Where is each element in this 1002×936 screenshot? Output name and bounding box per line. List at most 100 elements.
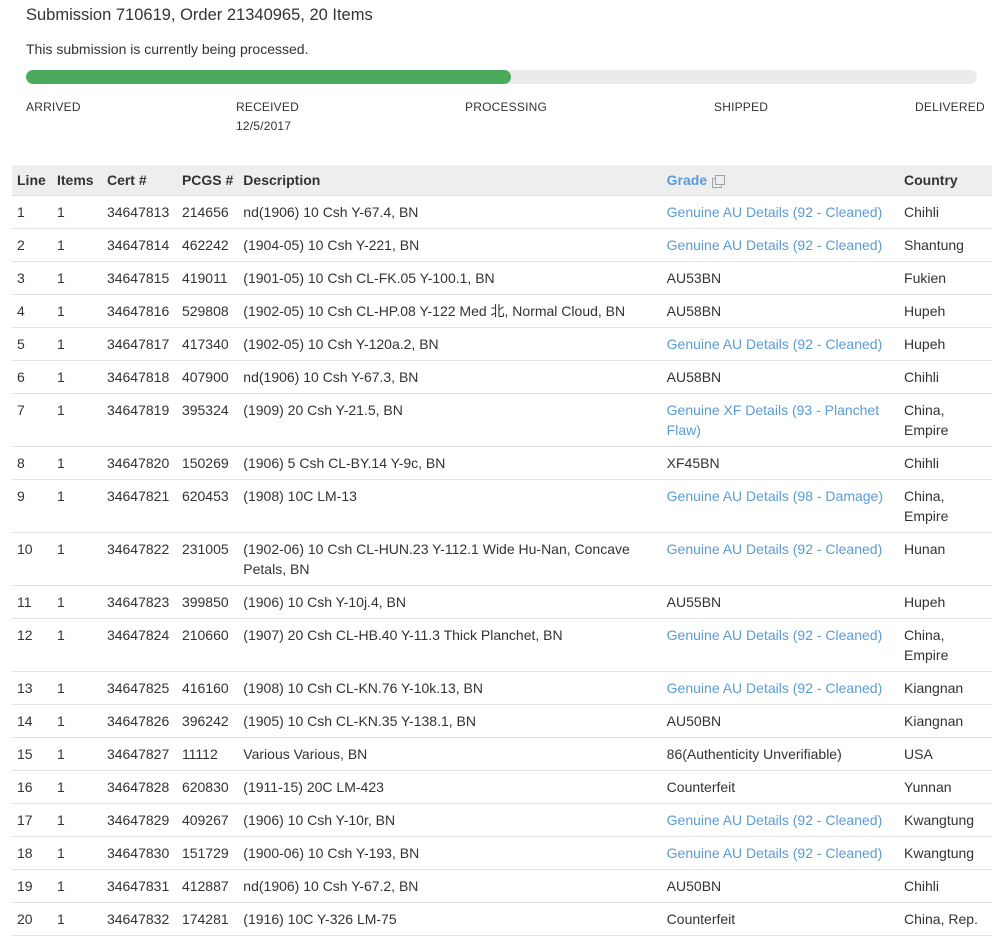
status-message: This submission is currently being proce…	[26, 41, 309, 57]
cell-country: Hupeh	[899, 585, 992, 619]
table-row: 1 1 34647813 214656 nd(1906) 10 Csh Y-67.4, …	[12, 195, 992, 229]
grade-link[interactable]: Genuine AU Details (92 - Cleaned)	[667, 680, 883, 696]
cell-cert: 34647816	[101, 294, 177, 328]
table-row: 2 1 34647814 462242 (1904-05) 10 Csh Y-221, …	[12, 228, 992, 262]
cell-description: (1902-05) 10 Csh Y-120a.2, BN	[238, 327, 662, 361]
progress-bar-fill	[26, 70, 511, 84]
grade-link[interactable]: Genuine AU Details (92 - Cleaned)	[667, 627, 883, 643]
cell-description: (1908) 10 Csh CL-KN.76 Y-10k.13, BN	[238, 671, 662, 705]
table-row: 15 1 34647827 11112 Various Various, BN 86(Au…	[12, 737, 992, 771]
table-row: 20 1 34647832 174281 (1916) 10C Y-326 LM-75 C…	[12, 902, 992, 936]
cell-line: 11	[12, 585, 52, 619]
cell-grade: Counterfeit	[661, 770, 900, 804]
cell-line: 18	[12, 836, 52, 870]
cell-description: Various Various, BN	[238, 737, 662, 771]
cell-cert: 34647827	[101, 737, 177, 771]
column-header-cert: Cert #	[101, 165, 177, 196]
cell-grade: Counterfeit	[661, 902, 900, 936]
cell-items: 1	[51, 803, 102, 837]
grade-link[interactable]: Genuine AU Details (98 - Damage)	[667, 488, 883, 504]
cell-items: 1	[51, 836, 102, 870]
cell-country: Fukien	[899, 261, 992, 295]
cell-country: Kiangnan	[899, 671, 992, 705]
cell-cert: 34647820	[101, 446, 177, 480]
cell-items: 1	[51, 902, 102, 936]
cell-grade: Genuine AU Details (92 - Cleaned)	[661, 327, 900, 361]
cell-country: USA	[899, 737, 992, 771]
cell-items: 1	[51, 360, 102, 394]
cell-cert: 34647817	[101, 327, 177, 361]
cell-line: 3	[12, 261, 52, 295]
cell-items: 1	[51, 869, 102, 903]
grade-link[interactable]: Genuine AU Details (92 - Cleaned)	[667, 204, 883, 220]
grade-link[interactable]: Genuine AU Details (92 - Cleaned)	[667, 541, 883, 557]
cell-description: (1901-05) 10 Csh CL-FK.05 Y-100.1, BN	[238, 261, 662, 295]
grade-link[interactable]: Genuine XF Details (93 - Planchet Flaw)	[667, 402, 879, 438]
cell-pcgs: 529808	[176, 294, 239, 328]
stage-arrived: ARRIVED	[26, 100, 81, 114]
external-link-icon[interactable]	[712, 174, 726, 188]
cell-description: (1916) 10C Y-326 LM-75	[238, 902, 662, 936]
cell-grade: AU53BN	[661, 261, 900, 295]
cell-grade: AU50BN	[661, 704, 900, 738]
stage-label: RECEIVED	[236, 100, 299, 114]
column-header-line: Line	[12, 165, 52, 196]
table-row: 19 1 34647831 412887 nd(1906) 10 Csh Y-67.2,…	[12, 869, 992, 903]
cell-cert: 34647831	[101, 869, 177, 903]
cell-items: 1	[51, 294, 102, 328]
table-row: 4 1 34647816 529808 (1902-05) 10 Csh CL-HP.0…	[12, 294, 992, 328]
cell-country: Kwangtung	[899, 836, 992, 870]
stage-date: 12/5/2017	[236, 119, 292, 133]
grade-link[interactable]: Genuine AU Details (92 - Cleaned)	[667, 237, 883, 253]
cell-items: 1	[51, 532, 102, 586]
cell-items: 1	[51, 618, 102, 672]
table-row: 14 1 34647826 396242 (1905) 10 Csh CL-KN.35 …	[12, 704, 992, 738]
cell-country: Hupeh	[899, 327, 992, 361]
table-row: 5 1 34647817 417340 (1902-05) 10 Csh Y-120a.…	[12, 327, 992, 361]
stage-processing: PROCESSING	[465, 100, 547, 114]
table-row: 3 1 34647815 419011 (1901-05) 10 Csh CL-FK.0…	[12, 261, 992, 295]
stage-label: SHIPPED	[714, 100, 769, 114]
grade-link[interactable]: Genuine AU Details (92 - Cleaned)	[667, 812, 883, 828]
cell-country: Hunan	[899, 532, 992, 586]
stage-received: RECEIVED 12/5/2017	[236, 100, 299, 133]
cell-items: 1	[51, 228, 102, 262]
page-title: Submission 710619, Order 21340965, 20 It…	[26, 6, 373, 24]
cell-grade: Genuine AU Details (92 - Cleaned)	[661, 532, 900, 586]
cell-line: 1	[12, 195, 52, 229]
grade-link[interactable]: Genuine AU Details (92 - Cleaned)	[667, 336, 883, 352]
stage-shipped: SHIPPED	[714, 100, 768, 114]
table-row: 17 1 34647829 409267 (1906) 10 Csh Y-10r, BN…	[12, 803, 992, 837]
progress-bar	[26, 70, 977, 84]
cell-grade: Genuine AU Details (92 - Cleaned)	[661, 618, 900, 672]
cell-description: nd(1906) 10 Csh Y-67.3, BN	[238, 360, 662, 394]
cell-cert: 34647822	[101, 532, 177, 586]
cell-line: 19	[12, 869, 52, 903]
cell-pcgs: 620830	[176, 770, 239, 804]
cell-line: 9	[12, 479, 52, 533]
grade-link[interactable]: Genuine AU Details (92 - Cleaned)	[667, 845, 883, 861]
cell-grade: AU50BN	[661, 869, 900, 903]
cell-line: 2	[12, 228, 52, 262]
cell-cert: 34647815	[101, 261, 177, 295]
cell-country: Kwangtung	[899, 803, 992, 837]
items-table: Line Items Cert # PCGS # Description Gra…	[12, 165, 992, 936]
cell-country: Shantung	[899, 228, 992, 262]
cell-description: (1900-06) 10 Csh Y-193, BN	[238, 836, 662, 870]
cell-cert: 34647832	[101, 902, 177, 936]
cell-country: China, Empire	[899, 393, 992, 447]
cell-line: 8	[12, 446, 52, 480]
table-row: 7 1 34647819 395324 (1909) 20 Csh Y-21.5, BN…	[12, 393, 992, 447]
column-header-grade[interactable]: Grade	[661, 165, 900, 196]
table-row: 18 1 34647830 151729 (1900-06) 10 Csh Y-193,…	[12, 836, 992, 870]
cell-cert: 34647830	[101, 836, 177, 870]
cell-cert: 34647826	[101, 704, 177, 738]
table-row: 10 1 34647822 231005 (1902-06) 10 Csh CL-HUN…	[12, 532, 992, 586]
cell-items: 1	[51, 671, 102, 705]
column-header-items: Items	[51, 165, 102, 196]
grade-header-link[interactable]: Grade	[667, 172, 707, 188]
cell-cert: 34647818	[101, 360, 177, 394]
cell-line: 7	[12, 393, 52, 447]
cell-pcgs: 412887	[176, 869, 239, 903]
column-header-description: Description	[238, 165, 662, 196]
